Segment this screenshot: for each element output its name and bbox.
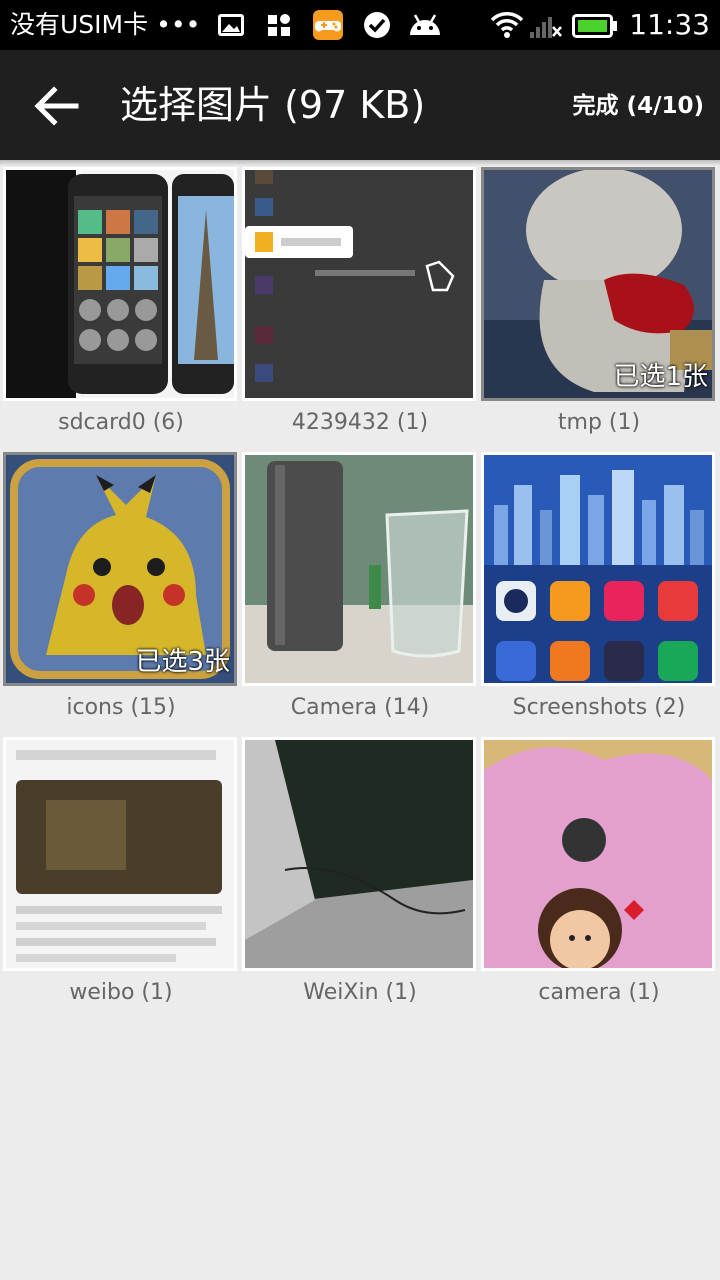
check-icon — [364, 12, 390, 38]
wifi-icon — [490, 12, 524, 38]
signal-icon — [530, 17, 562, 38]
album-item[interactable]: weibo (1) — [2, 736, 240, 1011]
album-thumbnail[interactable] — [245, 170, 473, 398]
album-item[interactable]: sdcard0 (6) — [2, 166, 240, 441]
album-thumbnail[interactable]: 已选1张 — [484, 170, 712, 398]
album-thumbnail[interactable] — [484, 740, 712, 968]
selected-count-badge: 已选3张 — [135, 647, 230, 677]
album-item[interactable]: Camera (14) — [241, 451, 479, 726]
album-item[interactable]: 已选1张 tmp (1) — [480, 166, 718, 441]
android-icon — [410, 14, 440, 35]
album-name: sdcard0 (6) — [58, 410, 184, 435]
album-thumbnail[interactable] — [484, 455, 712, 683]
album-name: weibo (1) — [69, 980, 173, 1005]
album-item[interactable]: camera (1) — [480, 736, 718, 1011]
page-title: 选择图片 (97 KB) — [120, 83, 426, 127]
album-thumbnail[interactable] — [6, 740, 234, 968]
album-name: camera (1) — [538, 980, 660, 1005]
status-bar: 没有USIM卡 ••• 11:33 — [0, 0, 720, 50]
back-arrow-icon[interactable] — [32, 84, 80, 128]
grid-icon — [268, 14, 290, 36]
done-button[interactable]: 完成 (4/10) — [573, 88, 704, 124]
carrier-label: 没有USIM卡 — [10, 10, 149, 39]
album-item[interactable]: Screenshots (2) — [480, 451, 718, 726]
carrier-text: 没有USIM卡 ••• — [10, 8, 200, 42]
album-item[interactable]: 4239432 (1) — [241, 166, 479, 441]
album-name: tmp (1) — [557, 410, 641, 435]
album-name: Screenshots (2) — [512, 695, 686, 720]
system-icons: 11:33 — [490, 8, 710, 42]
album-thumbnail[interactable]: 已选3张 — [6, 455, 234, 683]
notification-overflow: ••• — [156, 10, 201, 39]
clock: 11:33 — [629, 8, 710, 41]
image-icon — [218, 14, 244, 36]
album-name: WeiXin (1) — [303, 980, 417, 1005]
app-bar: 选择图片 (97 KB) 完成 (4/10) — [0, 50, 720, 160]
album-thumbnail[interactable] — [245, 455, 473, 683]
selected-count-badge: 已选1张 — [613, 362, 708, 392]
game-icon — [313, 10, 343, 40]
album-name: icons (15) — [66, 695, 176, 720]
album-item[interactable]: WeiXin (1) — [241, 736, 479, 1011]
album-thumbnail[interactable] — [245, 740, 473, 968]
album-thumbnail[interactable] — [6, 170, 234, 398]
album-item[interactable]: 已选3张 icons (15) — [2, 451, 240, 726]
battery-icon — [572, 14, 617, 38]
album-name: Camera (14) — [290, 695, 430, 720]
album-name: 4239432 (1) — [291, 410, 429, 435]
